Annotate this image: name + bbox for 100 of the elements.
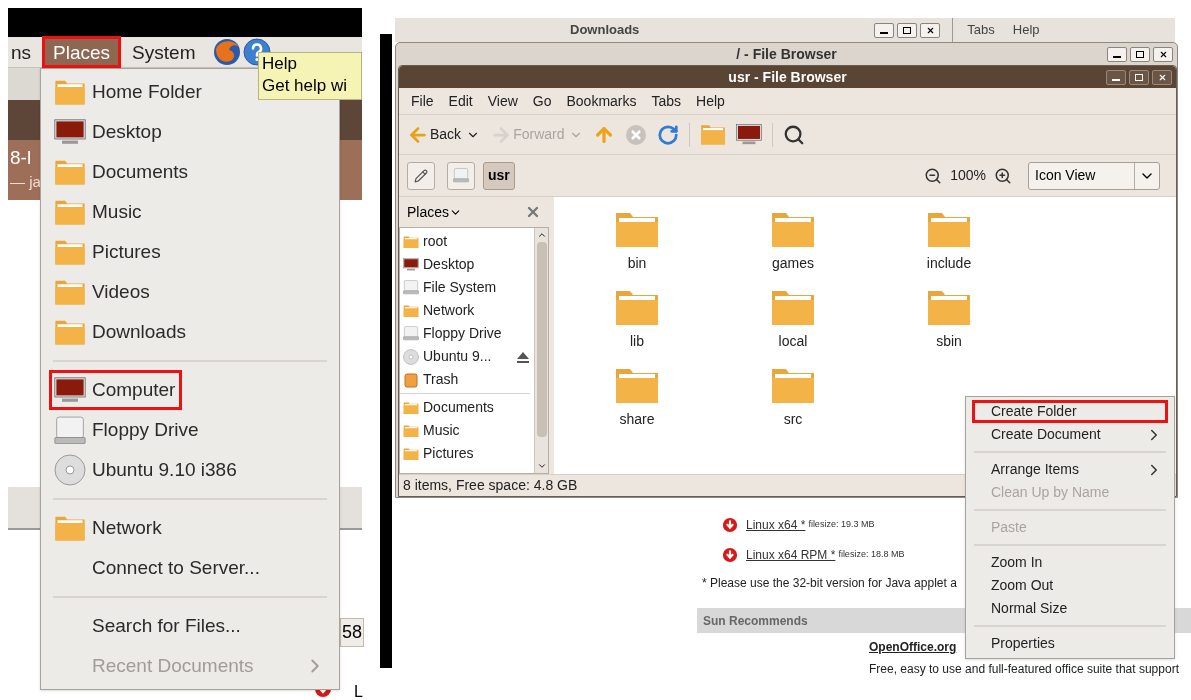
title-fragment: 8-l <box>10 146 32 170</box>
window-title: / - File Browser <box>735 44 838 64</box>
menu-item[interactable]: Computer <box>49 370 183 410</box>
folder-item[interactable]: include <box>871 209 1027 273</box>
menu-item[interactable]: Tabs <box>651 90 682 112</box>
window-title: Downloads <box>570 21 640 40</box>
minimize-button[interactable] <box>1107 46 1127 62</box>
menu-item[interactable]: Videos <box>49 272 157 312</box>
sidebar-item[interactable]: root <box>400 230 534 253</box>
menu-item[interactable]: Network <box>49 508 169 548</box>
folder-icon <box>403 234 419 249</box>
sidebar-item[interactable]: Pictures <box>400 442 534 465</box>
drive-icon <box>453 168 469 183</box>
path-button[interactable]: usr <box>483 161 515 190</box>
folder-item[interactable]: local <box>715 287 871 351</box>
zoom-out-icon[interactable] <box>924 166 943 185</box>
folder-item[interactable]: lib <box>559 287 715 351</box>
folder-item[interactable]: src <box>715 365 871 429</box>
monitor-icon[interactable] <box>736 124 763 145</box>
download-link[interactable]: Linux x64 RPM * <box>746 546 836 564</box>
folder-icon <box>54 238 86 266</box>
section-title: Sun Recommends <box>703 612 808 630</box>
menu-item[interactable]: Documents <box>49 152 196 192</box>
maximize-button[interactable] <box>1130 46 1150 62</box>
sidebar-item[interactable]: Floppy Drive <box>400 322 534 345</box>
folder-icon <box>403 423 419 438</box>
menu-item[interactable]: Create Folder <box>972 400 1168 423</box>
maximize-button[interactable] <box>897 22 918 38</box>
close-icon <box>926 26 935 34</box>
view-select[interactable]: Icon View <box>1028 161 1160 190</box>
sidebar-item[interactable]: Network <box>400 299 534 322</box>
menu-item[interactable]: Tabs <box>967 20 995 40</box>
sidebar-item[interactable]: Documents <box>400 396 534 419</box>
sidebar-item[interactable]: Desktop <box>400 253 534 276</box>
menu-item[interactable]: Normal Size <box>972 597 1168 620</box>
maximize-icon <box>903 26 912 34</box>
sidebar-item[interactable]: Ubuntu 9... <box>400 345 534 368</box>
panel-menu[interactable]: ns <box>8 36 43 68</box>
minimize-button[interactable] <box>1106 69 1126 85</box>
folder-icon <box>54 318 86 346</box>
sidebar-item[interactable]: Trash <box>400 368 534 391</box>
close-button[interactable] <box>1153 46 1173 62</box>
zoom-level: 100% <box>950 166 986 185</box>
sidebar-item[interactable]: File System <box>400 276 534 299</box>
scrollbar[interactable] <box>534 228 548 473</box>
menu-item[interactable]: Pictures <box>49 232 168 272</box>
panel-menu[interactable]: Places <box>42 36 122 68</box>
menu-item[interactable]: Ubuntu 9.10 i386 <box>49 450 244 490</box>
folder-item[interactable]: bin <box>559 209 715 273</box>
caret-icon <box>536 461 547 471</box>
folder-item[interactable]: share <box>559 365 715 429</box>
caret-icon <box>536 230 547 240</box>
menu-item[interactable]: Bookmarks <box>566 90 637 112</box>
menu-item[interactable]: Edit <box>448 90 473 112</box>
close-button[interactable] <box>1152 69 1172 85</box>
back-button[interactable]: Back <box>407 123 481 146</box>
number-fragment: 58 <box>340 618 365 647</box>
menu-item[interactable]: Help <box>1012 20 1040 40</box>
menu-item[interactable]: Create Document <box>972 423 1168 446</box>
panel-menu[interactable]: System <box>121 36 207 68</box>
menu-item[interactable]: Downloads <box>49 312 193 352</box>
close-icon[interactable] <box>525 204 541 220</box>
menu-item[interactable]: File <box>411 90 434 112</box>
close-button[interactable] <box>920 22 941 38</box>
menu-item[interactable]: Zoom Out <box>972 574 1168 597</box>
minimize-icon <box>1112 79 1120 81</box>
menu-item[interactable]: Help <box>696 90 725 112</box>
menu-item[interactable]: View <box>487 90 518 112</box>
edit-location-button[interactable] <box>407 161 435 190</box>
drive-icon <box>403 280 419 295</box>
recommendation-link[interactable]: OpenOffice.org <box>869 638 957 656</box>
maximize-button[interactable] <box>1129 69 1149 85</box>
menu-item[interactable]: Floppy Drive <box>49 410 206 450</box>
sidebar-item[interactable]: Music <box>400 419 534 442</box>
menu-item[interactable]: Properties <box>972 632 1168 655</box>
zoom-in-icon[interactable] <box>994 166 1012 185</box>
drive-icon <box>403 326 419 341</box>
folder-icon <box>54 514 86 542</box>
menu-item[interactable]: Music <box>49 192 149 232</box>
reload-icon[interactable] <box>657 123 680 146</box>
globe-icon[interactable] <box>212 37 243 67</box>
minimize-button[interactable] <box>874 22 895 38</box>
menu-item[interactable]: Home Folder <box>49 72 209 112</box>
download-link[interactable]: Linux x64 * <box>746 516 806 534</box>
sidebar-title[interactable]: Places <box>407 201 463 223</box>
drive-icon <box>54 415 86 445</box>
search-icon[interactable] <box>783 123 806 146</box>
menu-item[interactable]: Zoom In <box>972 551 1168 574</box>
folder-icon <box>54 198 86 226</box>
monitor-icon <box>54 377 86 403</box>
minimize-icon <box>880 32 889 34</box>
folder-item[interactable]: sbin <box>871 287 1027 351</box>
menu-item[interactable]: Go <box>532 90 552 112</box>
menu-item[interactable]: Search for Files... <box>49 606 248 646</box>
disc-icon <box>403 348 419 365</box>
menu-item[interactable]: Connect to Server... <box>49 548 267 588</box>
menu-item[interactable]: Desktop <box>49 112 169 152</box>
folder-item[interactable]: games <box>715 209 871 273</box>
close-icon <box>1158 73 1166 81</box>
tooltip-text: Get help wi <box>262 75 349 97</box>
